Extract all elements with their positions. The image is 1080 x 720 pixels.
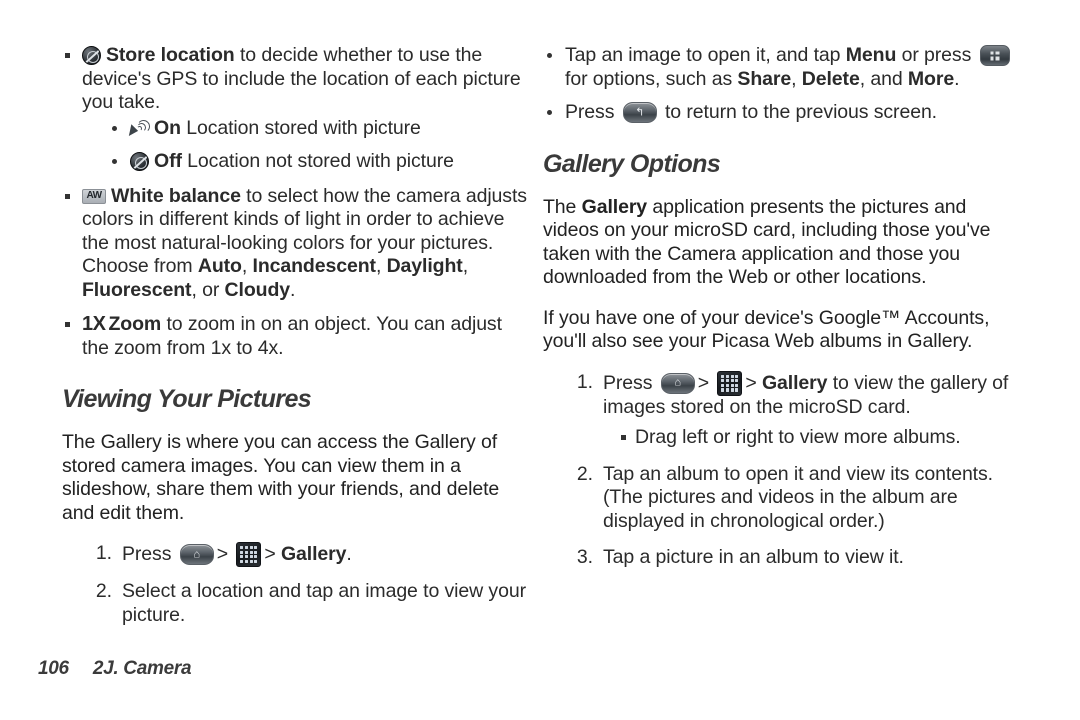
section-heading-viewing-your-pictures: Viewing Your Pictures [62,385,312,413]
gps-on-icon [128,119,151,138]
wb-text-end: . [290,278,296,301]
home-key-icon[interactable]: ⌂ [179,544,214,565]
menu-key-icon[interactable] [979,45,1010,66]
section-heading-gallery-options: Gallery Options [543,149,721,178]
option-location-on-text: Location stored with picture [180,116,421,139]
gallery-options-steps: 1. Press ⌂ > > Gallery to view the gallery… [565,370,1013,570]
option-location-off-label: Off [154,150,182,172]
gallery-step-3-number: 3. [576,546,593,568]
gallery-step-2: 2. Tap an album to open it and view its c… [565,463,1013,534]
step-1: 1. Press ⌂ > > Gallery. [84,542,532,567]
step-1-press-label: Press [122,543,172,565]
gallery-step-1-sub-bullet: Drag left or right to view more albums. [621,426,1013,450]
left-column: Store location to decide whether to use … [62,44,532,640]
viewing-pictures-paragraph: The Gallery is where you can access the … [62,431,500,524]
option-location-on-label: On [154,116,181,139]
gallery-options-paragraph-1: The Gallery application presents the pic… [543,196,1013,290]
bullet-tap-image-end: . [954,67,960,90]
gallery-step-1-press-label: Press [603,371,653,394]
step-2: 2. Select a location and tap an image to … [84,580,532,627]
back-key-icon[interactable]: ↰ [622,102,657,123]
option-white-balance: AW White balance to select how the camera… [62,185,532,303]
bullet-press-back-text-2: to return to the previous screen. [659,101,938,123]
bullet-tap-image-text-2: or press [896,44,977,66]
option-location-on: On Location stored with picture [108,117,532,141]
option-zoom-label: Zoom [108,313,162,335]
auto-white-balance-icon: AW [82,188,106,204]
camera-options-list: Store location to decide whether to use … [62,44,532,360]
option-zoom: 1X Zoom to zoom in on an object. You can … [62,313,532,360]
bullet-press-back-text-1: Press [565,101,620,123]
app-launcher-icon[interactable] [717,370,743,396]
gps-off-icon [130,152,149,171]
footer-page-number: 106 [38,658,69,679]
gallery-para1-pre: The [543,195,582,218]
gallery-step-1-number: 1. [576,370,593,393]
gallery-step-1: 1. Press ⌂ > > Gallery to view the gallery… [565,370,1013,450]
gallery-step-1-target: Gallery [761,371,828,394]
page-footer: 106 2J. Camera [38,658,192,680]
gallery-step-2-text: Tap an album to open it and view its con… [603,462,993,532]
gallery-step-3-text: Tap a picture in an album to view it. [603,546,904,568]
step-1-period: . [346,543,352,565]
bullet-more-bold: More [907,67,955,90]
wb-choice-incandescent: Incandescent [252,255,377,277]
wb-choice-auto: Auto [197,255,242,277]
step-1-sep-2: > [264,543,276,565]
option-location-off: Off Location not stored with picture [108,150,532,174]
bullet-sep-3: , and [859,67,908,90]
manual-page: Store location to decide whether to use … [0,0,1080,720]
bullet-tap-image-text-1: Tap an image to open it, and tap [565,44,846,66]
store-location-icon [82,46,101,65]
step-2-text: Select a location and tap an image to vi… [122,580,526,626]
bullet-share-bold: Share [737,67,792,90]
gallery-step-3: 3. Tap a picture in an album to view it. [565,546,1013,570]
step-1-target: Gallery [280,543,347,565]
home-key-icon[interactable]: ⌂ [660,372,695,394]
option-store-location-label: Store location [106,44,235,66]
wb-sep-1: , [241,255,253,277]
bullet-press-back: Press ↰ to return to the previous screen… [543,101,1013,125]
option-store-location: Store location to decide whether to use … [62,44,532,174]
wb-sep-2: , [375,255,387,277]
app-launcher-icon[interactable] [236,542,262,567]
gallery-para1-bold: Gallery [581,195,648,218]
step-1-number: 1. [95,542,112,564]
footer-chapter: 2J. Camera [92,658,192,679]
option-white-balance-label: White balance [111,184,241,207]
step-1-sep-1: > [216,543,228,565]
wb-choice-cloudy: Cloudy [224,278,291,301]
wb-choice-fluorescent: Fluorescent [82,278,192,301]
step-2-number: 2. [95,580,112,602]
gallery-step-1-sep-2: > [745,371,757,394]
right-column: Tap an image to open it, and tap Menu or… [543,44,1013,583]
gallery-step-2-number: 2. [576,462,593,485]
wb-sep-3: , [462,255,469,277]
bullet-menu-bold: Menu [845,44,897,66]
bullet-delete-bold: Delete [801,67,860,90]
bullet-tap-image: Tap an image to open it, and tap Menu or… [543,44,1013,91]
gallery-options-paragraph-2: If you have one of your device's Google™… [543,306,990,353]
viewing-pictures-steps: 1. Press ⌂ > > Gallery. 2. Select a locatio… [84,542,532,627]
bullet-sep-2: , [791,67,802,90]
image-view-bullets: Tap an image to open it, and tap Menu or… [543,44,1013,125]
bullet-tap-image-text-3: for options, such as [565,67,738,90]
option-location-off-text: Location not stored with picture [181,150,454,172]
store-location-sub-options: On Location stored with picture Off Loca… [108,117,532,174]
zoom-1x-icon: 1X [82,313,106,335]
wb-choice-daylight: Daylight [386,255,463,277]
wb-sep-4: , or [191,278,225,301]
gallery-step-1-sep-1: > [697,371,709,394]
